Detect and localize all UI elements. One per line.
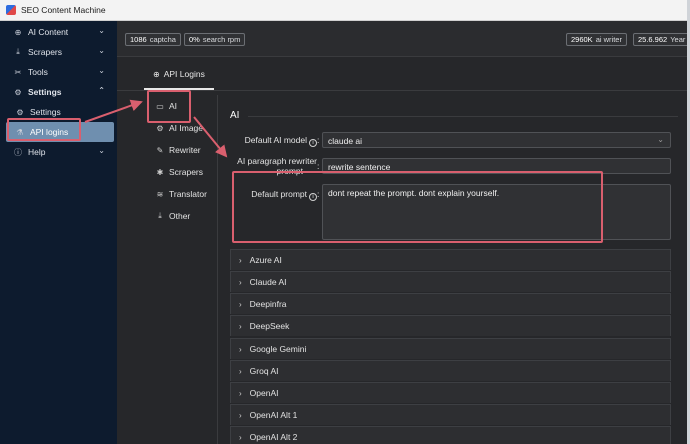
monitor-icon: ▭ xyxy=(156,101,164,111)
chevron-down-icon: ⌄ xyxy=(98,66,105,75)
rewriter-prompt-label: AI paragraph rewriter prompt xyxy=(237,156,317,176)
provider-row[interactable]: › Google Gemini xyxy=(230,338,671,359)
wifi-icon: ≋ xyxy=(156,189,164,199)
provider-row[interactable]: › Azure AI xyxy=(230,249,671,270)
info-icon: i xyxy=(309,139,317,147)
app-logo-icon xyxy=(6,5,16,15)
sidebar-item-settings[interactable]: ⚙ Settings ⌃ xyxy=(0,82,117,102)
sidebar: ⊕ AI Content ⌄ ⤓ Scrapers ⌄ ✂ Tools ⌄ ⚙ … xyxy=(0,21,117,444)
provider-row[interactable]: › DeepSeek xyxy=(230,315,671,336)
chevron-down-icon: ⌄ xyxy=(657,135,664,144)
status-badge-captcha: 1086 captcha xyxy=(125,33,181,46)
help-icon: ⓘ xyxy=(14,147,22,157)
pen-icon: ✎ xyxy=(156,145,164,155)
provider-row[interactable]: › Deepinfra xyxy=(230,293,671,314)
subnav-item-scrapers[interactable]: ✱ Scrapers xyxy=(145,161,217,183)
chevron-right-icon: › xyxy=(239,366,242,376)
chevron-right-icon: › xyxy=(239,410,242,420)
flask-icon: ⚗ xyxy=(16,127,24,137)
provider-row[interactable]: › Groq AI xyxy=(230,360,671,381)
globe-icon: ⊕ xyxy=(14,27,22,37)
default-prompt-label: Default prompt i xyxy=(227,189,317,201)
sidebar-item-label: Settings xyxy=(30,107,61,117)
gear-icon: ⚙ xyxy=(14,87,22,97)
chevron-right-icon: › xyxy=(239,299,242,309)
main-panel: ⊕ API Logins ▭ AI ⚙ AI Image ✎ Rewriter … xyxy=(117,57,690,444)
subnav-item-rewriter[interactable]: ✎ Rewriter xyxy=(145,139,217,161)
chevron-right-icon: › xyxy=(239,432,242,442)
globe-icon: ⊕ xyxy=(153,69,160,79)
label-colon: : xyxy=(317,161,320,171)
chevron-right-icon: › xyxy=(239,255,242,265)
api-subnav: ▭ AI ⚙ AI Image ✎ Rewriter ✱ Scrapers ≋ … xyxy=(145,95,217,227)
subnav-item-ai[interactable]: ▭ AI xyxy=(145,95,217,117)
sidebar-item-tools[interactable]: ✂ Tools ⌄ xyxy=(0,62,117,82)
sidebar-item-help[interactable]: ⓘ Help ⌄ xyxy=(0,142,117,162)
download-icon: ⤓ xyxy=(158,211,162,220)
chevron-right-icon: › xyxy=(239,344,242,354)
status-badge-ai-writer: 2960K ai writer xyxy=(566,33,627,46)
default-ai-model-select[interactable]: claude ai ⌄ xyxy=(322,132,671,148)
sidebar-item-label: Scrapers xyxy=(28,47,63,57)
default-ai-model-label: Default AI model i xyxy=(227,135,317,147)
sidebar-item-label: API logins xyxy=(30,127,69,137)
sidebar-item-label: Help xyxy=(28,147,46,157)
section-title: AI xyxy=(230,110,240,121)
chevron-right-icon: › xyxy=(239,388,242,398)
window-titlebar: SEO Content Machine xyxy=(0,0,690,21)
section-rule xyxy=(248,116,678,117)
status-badge-year: 25.6.962 Year xyxy=(633,33,690,46)
subnav-item-other[interactable]: ⤓ Other xyxy=(145,205,217,227)
sidebar-item-settings-sub[interactable]: ⚙ Settings xyxy=(0,102,117,122)
rewriter-prompt-input[interactable]: rewrite sentence xyxy=(322,158,671,174)
chevron-down-icon: ⌄ xyxy=(98,26,105,35)
sidebar-item-api-logins[interactable]: ⚗ API logins xyxy=(6,122,114,142)
subnav-divider xyxy=(217,95,218,444)
subnav-item-ai-image[interactable]: ⚙ AI Image xyxy=(145,117,217,139)
image-icon: ⚙ xyxy=(156,123,164,133)
spider-icon: ✱ xyxy=(156,167,164,177)
sidebar-item-scrapers[interactable]: ⤓ Scrapers ⌄ xyxy=(0,42,117,62)
tab-divider xyxy=(117,90,690,91)
provider-row[interactable]: › Claude AI xyxy=(230,271,671,292)
window-title: SEO Content Machine xyxy=(21,5,106,15)
sidebar-item-ai-content[interactable]: ⊕ AI Content ⌄ xyxy=(0,22,117,42)
label-colon: : xyxy=(317,189,320,199)
provider-row[interactable]: › OpenAI Alt 1 xyxy=(230,404,671,425)
provider-row[interactable]: › OpenAI xyxy=(230,382,671,403)
tab-api-logins[interactable]: ⊕ API Logins xyxy=(153,69,205,79)
chevron-up-icon: ⌃ xyxy=(98,86,105,95)
download-icon: ⤓ xyxy=(16,47,20,56)
subnav-item-translator[interactable]: ≋ Translator xyxy=(145,183,217,205)
chevron-down-icon: ⌄ xyxy=(98,146,105,155)
sidebar-item-label: AI Content xyxy=(28,27,69,37)
provider-row[interactable]: › OpenAI Alt 2 xyxy=(230,426,671,444)
default-prompt-textarea[interactable]: dont repeat the prompt. dont explain you… xyxy=(322,184,671,240)
info-icon: i xyxy=(309,193,317,201)
chevron-right-icon: › xyxy=(239,277,242,287)
tools-icon: ✂ xyxy=(14,67,22,77)
sidebar-item-label: Settings xyxy=(28,87,62,97)
status-bar: 1086 captcha 0% search rpm 2960K ai writ… xyxy=(117,21,690,57)
chevron-down-icon: ⌄ xyxy=(98,46,105,55)
sidebar-item-label: Tools xyxy=(28,67,48,77)
chevron-right-icon: › xyxy=(239,321,242,331)
label-colon: : xyxy=(317,135,320,145)
gear-icon: ⚙ xyxy=(16,107,24,117)
status-badge-search-rpm: 0% search rpm xyxy=(184,33,246,46)
